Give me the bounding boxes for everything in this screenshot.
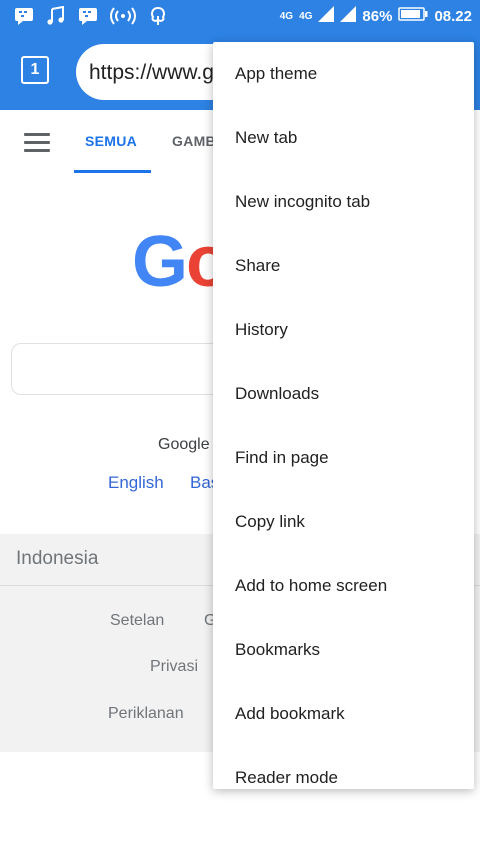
- menu-item-new-tab[interactable]: New tab: [213, 106, 474, 170]
- menu-item-copy-link[interactable]: Copy link: [213, 490, 474, 554]
- hamburger-menu-icon[interactable]: [24, 133, 50, 153]
- signal-icon: [340, 6, 357, 26]
- clock: 08.22: [434, 7, 472, 25]
- wifi-hotspot-icon: [110, 6, 136, 26]
- menu-item-add-bookmark[interactable]: Add bookmark: [213, 682, 474, 746]
- overflow-menu: App theme New tab New incognito tab Shar…: [213, 42, 474, 789]
- url-text: https://www.g: [89, 61, 214, 84]
- tab-images[interactable]: GAMB: [172, 133, 216, 149]
- menu-item-history[interactable]: History: [213, 298, 474, 362]
- system-indicators: 4G 4G 86% 08.22: [280, 4, 472, 28]
- battery-icon: [398, 7, 428, 25]
- menu-item-downloads[interactable]: Downloads: [213, 362, 474, 426]
- tree-icon: [148, 6, 168, 26]
- active-tab-indicator: [74, 170, 151, 173]
- status-bar: 4G 4G 86% 08.22: [0, 0, 480, 32]
- battery-percent: 86%: [362, 7, 393, 25]
- tab-switcher-button[interactable]: 1: [21, 56, 49, 84]
- bbm-icon: [14, 6, 34, 26]
- offered-in-text: Google: [158, 436, 210, 453]
- tab-count: 1: [30, 61, 40, 78]
- network-type-label-2: 4G: [299, 10, 313, 22]
- menu-item-find-in-page[interactable]: Find in page: [213, 426, 474, 490]
- country-label: Indonesia: [16, 548, 99, 569]
- bbm-icon: [78, 6, 98, 26]
- menu-item-share[interactable]: Share: [213, 234, 474, 298]
- menu-item-reader-mode[interactable]: Reader mode: [213, 746, 474, 789]
- menu-item-new-incognito-tab[interactable]: New incognito tab: [213, 170, 474, 234]
- music-icon: [46, 5, 66, 26]
- footer-link-privacy[interactable]: Privasi: [150, 658, 198, 676]
- footer-link-advertising[interactable]: Periklanan: [108, 705, 184, 723]
- tab-all[interactable]: SEMUA: [85, 133, 137, 149]
- menu-item-add-to-home-screen[interactable]: Add to home screen: [213, 554, 474, 618]
- signal-icon: [318, 6, 335, 26]
- menu-item-bookmarks[interactable]: Bookmarks: [213, 618, 474, 682]
- menu-item-app-theme[interactable]: App theme: [213, 42, 474, 106]
- footer-link-settings[interactable]: Setelan: [110, 612, 164, 630]
- notification-icons: [14, 4, 168, 28]
- language-link-english[interactable]: English: [108, 473, 164, 493]
- logo-letter-g: G: [132, 222, 188, 302]
- network-type-label: 4G: [279, 10, 294, 22]
